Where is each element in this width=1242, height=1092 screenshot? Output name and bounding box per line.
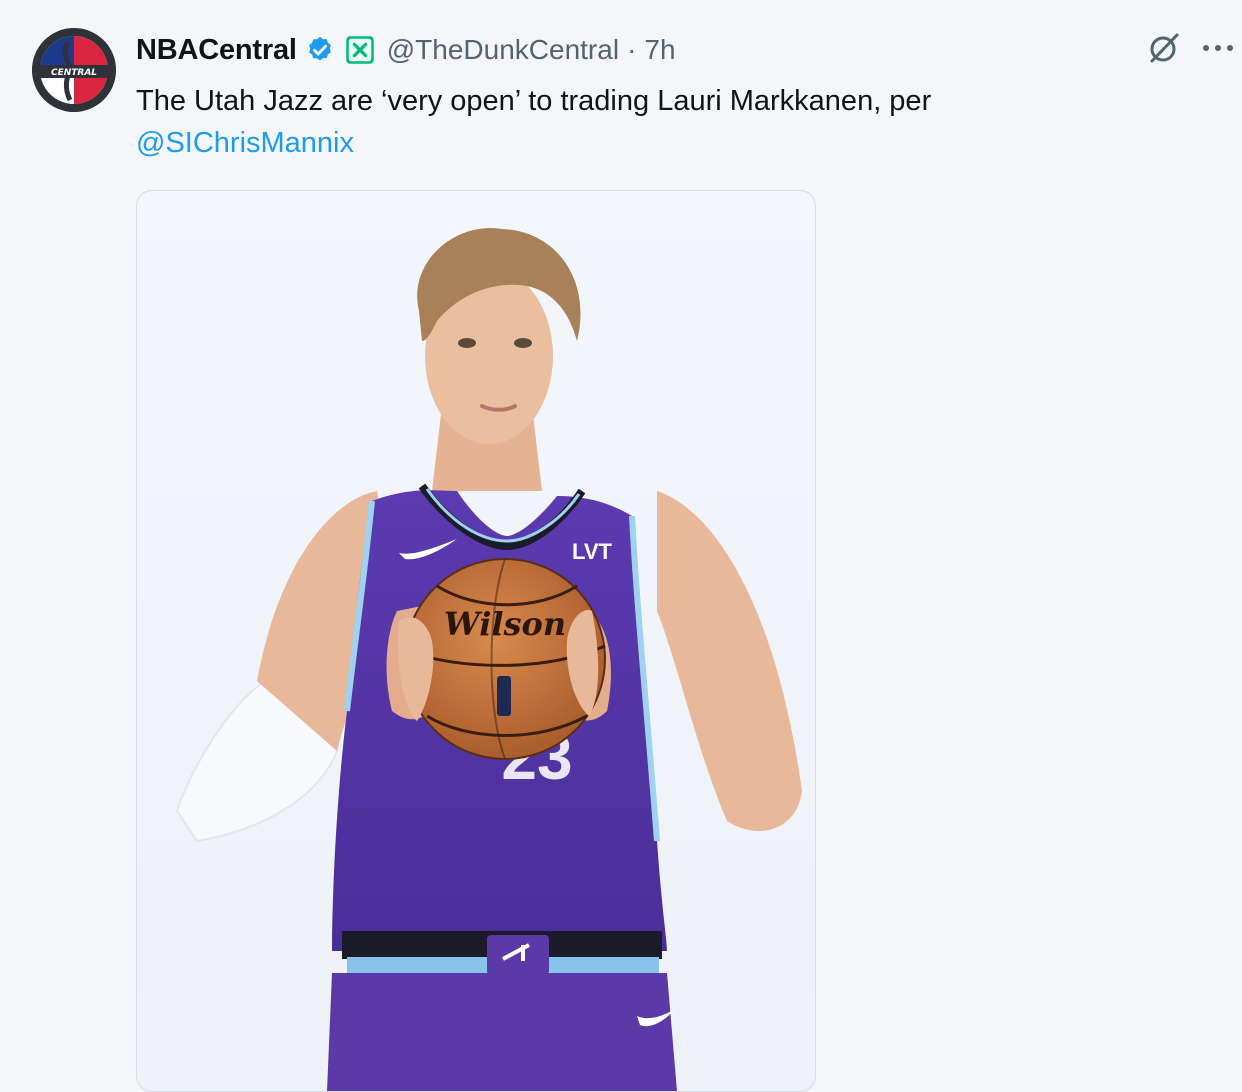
ball-brand-text: Wilson: [444, 605, 566, 643]
tweet-body: The Utah Jazz are ‘very open’ to trading…: [136, 85, 932, 117]
mention-link[interactable]: @SIChrisMannix: [136, 127, 354, 159]
jersey-sponsor-text: LVT: [572, 539, 612, 564]
user-handle[interactable]: @TheDunkCentral: [387, 34, 619, 66]
timestamp[interactable]: 7h: [644, 34, 675, 66]
verified-badge-icon[interactable]: [305, 35, 335, 65]
affiliate-x-icon[interactable]: [345, 35, 375, 65]
avatar-badge-text: CENTRAL: [51, 68, 97, 78]
nba-central-logo: CENTRAL: [32, 28, 116, 112]
tweet-header: NBACentral @TheDunkCentral · 7h: [136, 30, 676, 70]
separator-dot: ·: [627, 34, 637, 65]
tweet-text: The Utah Jazz are ‘very open’ to trading…: [136, 80, 1136, 164]
tweet-card[interactable]: CENTRAL NBACentral @TheDunkCentral · 7h: [0, 0, 1242, 1092]
avatar[interactable]: CENTRAL: [32, 28, 116, 112]
display-name[interactable]: NBACentral: [136, 34, 297, 67]
player-photo: LVT 23 Wilson: [175, 227, 802, 1091]
grok-icon[interactable]: [1146, 30, 1182, 66]
more-icon[interactable]: [1200, 36, 1236, 60]
tweet-media-photo[interactable]: LVT 23 Wilson: [136, 190, 816, 1092]
